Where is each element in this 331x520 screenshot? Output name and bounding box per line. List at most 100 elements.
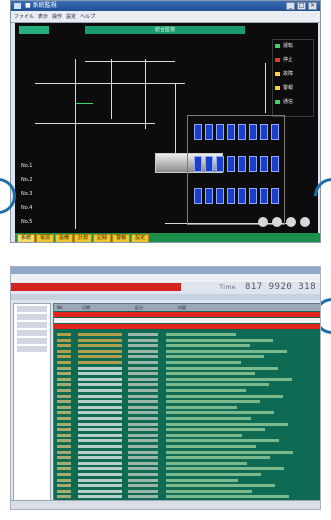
module-unit[interactable] — [271, 156, 279, 172]
module-unit[interactable] — [271, 188, 279, 204]
log-row[interactable] — [54, 483, 320, 488]
status-bar — [11, 500, 320, 509]
tab-alarm[interactable]: 警報 — [112, 234, 131, 242]
zoom-out-icon[interactable] — [272, 217, 282, 227]
log-row[interactable] — [54, 433, 320, 438]
log-row[interactable] — [54, 366, 320, 371]
column-header[interactable]: No — [54, 304, 79, 311]
module-unit[interactable] — [216, 188, 224, 204]
module-unit[interactable] — [238, 124, 246, 140]
tab-power[interactable]: 電源 — [36, 234, 55, 242]
log-row[interactable] — [54, 494, 320, 499]
module-unit[interactable] — [260, 156, 268, 172]
module-unit[interactable] — [227, 156, 235, 172]
settings-icon[interactable] — [300, 217, 310, 227]
log-row[interactable] — [54, 399, 320, 404]
module-unit[interactable] — [205, 156, 213, 172]
log-row[interactable] — [54, 444, 320, 449]
log-row[interactable] — [54, 472, 320, 477]
module-unit[interactable] — [205, 124, 213, 140]
tab-system[interactable]: 系統 — [17, 234, 36, 242]
module-unit[interactable] — [260, 188, 268, 204]
module-unit[interactable] — [205, 188, 213, 204]
tree-item[interactable] — [17, 314, 47, 320]
search-icon[interactable] — [286, 217, 296, 227]
log-row[interactable] — [54, 382, 320, 387]
zoom-in-icon[interactable] — [258, 217, 268, 227]
module-unit[interactable] — [216, 156, 224, 172]
column-header[interactable]: 内容 — [175, 304, 186, 311]
module-unit[interactable] — [238, 188, 246, 204]
log-row[interactable] — [54, 360, 320, 365]
module-unit[interactable] — [216, 124, 224, 140]
alarm-row[interactable] — [54, 312, 320, 317]
log-row[interactable] — [54, 354, 320, 359]
log-cell — [57, 439, 71, 443]
log-row[interactable] — [54, 461, 320, 466]
menu-settings[interactable]: 設定 — [66, 13, 76, 20]
tab-record[interactable]: 記録 — [93, 234, 112, 242]
log-row[interactable] — [54, 388, 320, 393]
tree-item[interactable] — [17, 330, 47, 336]
counter-label: Time — [219, 284, 237, 291]
log-row[interactable] — [54, 371, 320, 376]
column-header[interactable]: 区分 — [132, 304, 175, 311]
menu-operate[interactable]: 操作 — [52, 13, 62, 20]
tree-item[interactable] — [17, 306, 47, 312]
column-header[interactable]: 日時 — [79, 304, 132, 311]
module-unit[interactable] — [227, 124, 235, 140]
log-row[interactable] — [54, 466, 320, 471]
minimize-button[interactable]: _ — [286, 2, 295, 10]
log-row[interactable] — [54, 343, 320, 348]
feeder-label: No.4 — [21, 205, 33, 211]
menu-view[interactable]: 表示 — [38, 13, 48, 20]
log-cell — [78, 377, 122, 381]
module-unit[interactable] — [260, 124, 268, 140]
log-cell — [166, 389, 246, 392]
log-row[interactable] — [54, 332, 320, 337]
log-row[interactable] — [54, 377, 320, 382]
window-titlebar[interactable] — [11, 267, 320, 274]
tab-measure[interactable]: 計測 — [74, 234, 93, 242]
module-unit[interactable] — [238, 156, 246, 172]
module-unit[interactable] — [227, 188, 235, 204]
log-row[interactable] — [54, 410, 320, 415]
log-cell — [128, 400, 158, 404]
log-row[interactable] — [54, 394, 320, 399]
status-dot — [275, 44, 280, 48]
log-row[interactable] — [54, 422, 320, 427]
log-cell — [78, 422, 122, 426]
log-row[interactable] — [54, 489, 320, 494]
module-unit[interactable] — [194, 156, 202, 172]
module-unit[interactable] — [194, 188, 202, 204]
log-row[interactable] — [54, 405, 320, 410]
tree-item[interactable] — [17, 346, 47, 352]
menu-file[interactable]: ファイル — [14, 13, 34, 20]
window-titlebar[interactable]: ■ 系統監視 _ □ × — [11, 1, 320, 11]
alarm-row[interactable] — [54, 324, 320, 329]
module-unit[interactable] — [194, 124, 202, 140]
module-unit[interactable] — [271, 124, 279, 140]
selected-row[interactable] — [54, 318, 320, 323]
log-row[interactable] — [54, 427, 320, 432]
module-unit[interactable] — [249, 156, 257, 172]
busbar-2 — [35, 123, 155, 124]
tab-settings[interactable]: 設定 — [131, 234, 150, 242]
maximize-button[interactable]: □ — [297, 2, 306, 10]
close-button[interactable]: × — [308, 2, 317, 10]
log-cell — [57, 473, 71, 476]
log-row[interactable] — [54, 338, 320, 343]
log-row[interactable] — [54, 438, 320, 443]
module-unit[interactable] — [249, 188, 257, 204]
screen-title: 総合監視 — [85, 26, 245, 34]
log-row[interactable] — [54, 349, 320, 354]
log-row[interactable] — [54, 416, 320, 421]
log-row[interactable] — [54, 478, 320, 483]
module-unit[interactable] — [249, 124, 257, 140]
log-row[interactable] — [54, 450, 320, 455]
tab-equipment[interactable]: 設備 — [55, 234, 74, 242]
log-row[interactable] — [54, 455, 320, 460]
menu-help[interactable]: ヘルプ — [80, 13, 95, 20]
tree-item[interactable] — [17, 338, 47, 344]
tree-item[interactable] — [17, 322, 47, 328]
